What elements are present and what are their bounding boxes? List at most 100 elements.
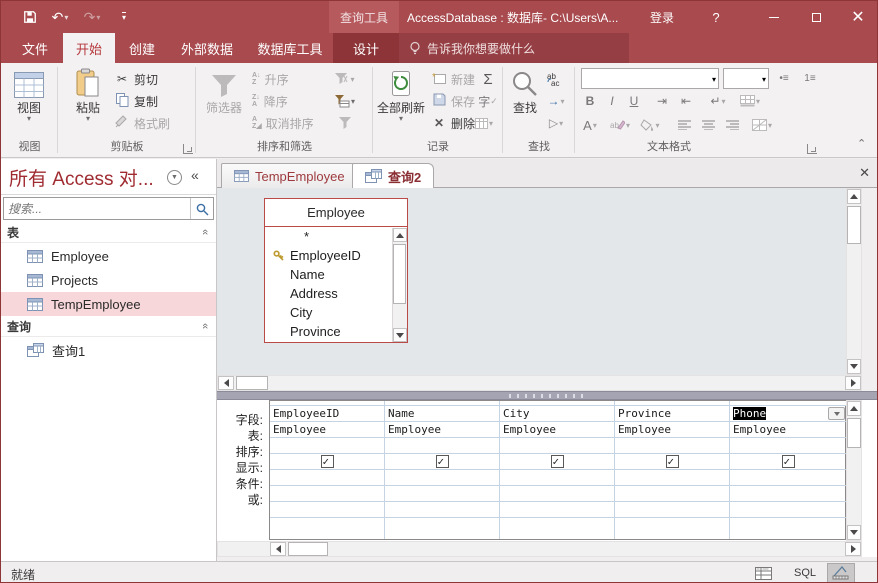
view-button[interactable]: 视图 ▾ — [5, 66, 53, 123]
underline-button[interactable]: U — [623, 91, 645, 111]
sort-cell[interactable] — [730, 438, 846, 454]
goto-button[interactable]: →▾ — [545, 91, 567, 111]
sql-view-button[interactable]: SQL — [791, 563, 819, 583]
doc-tab-tempemployee[interactable]: TempEmployee — [221, 163, 358, 188]
refresh-dropdown-icon[interactable]: ▾ — [375, 115, 427, 123]
toggle-filter-button[interactable] — [334, 113, 356, 133]
close-button[interactable]: ✕ — [837, 1, 878, 33]
criteria-cell[interactable] — [500, 470, 614, 486]
save-record-button[interactable]: 保存 — [431, 91, 475, 111]
tab-file[interactable]: 文件 — [9, 33, 61, 63]
field-cell[interactable]: City — [500, 406, 614, 422]
nav-item-projects[interactable]: Projects — [1, 268, 216, 292]
nav-section-tables[interactable]: 表 « — [1, 222, 216, 243]
refresh-all-button[interactable]: 全部刷新 ▾ — [375, 66, 427, 123]
font-size-combo[interactable]: ▾ — [723, 68, 769, 89]
minimize-button[interactable] — [753, 1, 795, 33]
field-employeeid[interactable]: EmployeeID — [290, 248, 361, 263]
nav-item-tempemployee[interactable]: TempEmployee — [1, 292, 216, 316]
qat-customize-button[interactable]: ▾ — [113, 7, 135, 27]
table-cell[interactable]: Employee — [385, 422, 499, 438]
undo-button[interactable]: ↶▾ — [49, 7, 71, 27]
show-cell[interactable] — [615, 454, 729, 470]
fill-color-button[interactable]: ▾ — [639, 115, 661, 135]
help-button[interactable]: ? — [701, 1, 731, 33]
selection-filter-button[interactable]: ▾ — [334, 69, 356, 89]
maximize-button[interactable] — [795, 1, 837, 33]
select-button[interactable]: ▷▾ — [545, 113, 567, 133]
criteria-cell[interactable] — [730, 470, 846, 486]
collapse-section-icon[interactable]: « — [199, 323, 211, 329]
design-view-button[interactable] — [827, 563, 855, 583]
scroll-up-icon[interactable] — [847, 401, 861, 416]
criteria-cell[interactable] — [270, 470, 384, 486]
scroll-up-icon[interactable] — [847, 189, 861, 204]
tab-database-tools[interactable]: 数据库工具 — [247, 33, 333, 63]
design-pane-hscrollbar[interactable] — [217, 375, 862, 391]
table-cell[interactable]: Employee — [615, 422, 729, 438]
field-address[interactable]: Address — [290, 286, 338, 301]
field-cell[interactable]: EmployeeID — [270, 406, 384, 422]
sort-descending-button[interactable]: Z↓A 降序 — [252, 91, 288, 111]
doc-tab-query2[interactable]: 查询2 — [352, 163, 434, 188]
replace-button[interactable]: abac — [545, 69, 567, 89]
text-format-dialog-launcher[interactable] — [807, 144, 817, 154]
or-cell[interactable] — [385, 486, 499, 502]
find-button[interactable]: 查找 — [503, 66, 547, 115]
table-cell[interactable]: Employee — [500, 422, 614, 438]
scroll-down-icon[interactable] — [847, 525, 861, 540]
grid-vscrollbar[interactable] — [846, 400, 862, 541]
design-pane-vscrollbar[interactable] — [846, 188, 862, 375]
bold-button[interactable]: B — [579, 91, 601, 111]
sign-in-button[interactable]: 登录 — [639, 1, 685, 33]
totals-button[interactable]: Σ — [477, 69, 499, 89]
sort-cell[interactable] — [615, 438, 729, 454]
alternate-fill-button[interactable]: ▾ — [751, 115, 773, 135]
or-cell[interactable] — [615, 486, 729, 502]
sort-cell[interactable] — [500, 438, 614, 454]
collapse-section-icon[interactable]: « — [199, 229, 211, 235]
show-cell[interactable] — [270, 454, 384, 470]
pane-splitter[interactable] — [217, 391, 878, 400]
format-painter-button[interactable]: 格式刷 — [114, 113, 170, 133]
new-record-button[interactable]: * 新建 — [431, 69, 475, 89]
field-name[interactable]: Name — [290, 267, 325, 282]
show-checkbox[interactable] — [321, 455, 334, 468]
scroll-up-icon[interactable] — [393, 228, 407, 242]
field-list-scrollbar[interactable] — [392, 228, 407, 342]
field-star[interactable]: * — [304, 229, 309, 244]
datasheet-view-button[interactable] — [749, 563, 777, 583]
tab-home[interactable]: 开始 — [63, 33, 115, 63]
scroll-down-icon[interactable] — [393, 328, 407, 342]
italic-button[interactable]: I — [601, 91, 623, 111]
numbering-button[interactable]: 1≡ — [799, 68, 821, 88]
show-cell[interactable] — [500, 454, 614, 470]
scroll-right-icon[interactable] — [845, 376, 861, 390]
decrease-indent-button[interactable]: ⇤ — [675, 91, 697, 111]
tab-external-data[interactable]: 外部数据 — [169, 33, 245, 63]
collapse-ribbon-button[interactable]: ⌃ — [857, 137, 866, 150]
search-input[interactable] — [8, 200, 183, 217]
nav-item-query1[interactable]: 查询1 — [1, 338, 216, 362]
font-color-button[interactable]: A▾ — [579, 115, 601, 135]
search-icon[interactable] — [196, 203, 209, 216]
paste-dropdown-icon[interactable]: ▾ — [64, 115, 112, 123]
field-cell-selected[interactable]: Phone — [730, 406, 846, 422]
scroll-left-icon[interactable] — [270, 542, 286, 556]
shutter-close-icon[interactable]: « — [191, 167, 199, 183]
font-name-combo[interactable]: ▾ — [581, 68, 719, 89]
tab-create[interactable]: 创建 — [117, 33, 167, 63]
scroll-right-icon[interactable] — [845, 542, 861, 556]
nav-menu-dropdown-icon[interactable]: ▼ — [167, 170, 182, 185]
sort-ascending-button[interactable]: A↓Z 升序 — [252, 69, 289, 89]
increase-indent-button[interactable]: ⇥ — [651, 91, 673, 111]
paste-button[interactable]: 粘贴 ▾ — [64, 66, 112, 123]
grid-hscrollbar[interactable] — [217, 541, 862, 557]
show-checkbox[interactable] — [666, 455, 679, 468]
field-list-employee[interactable]: Employee * EmployeeID Name Address City … — [264, 198, 408, 343]
table-cell[interactable]: Employee — [270, 422, 384, 438]
field-city[interactable]: City — [290, 305, 312, 320]
or-cell[interactable] — [730, 486, 846, 502]
copy-button[interactable]: 复制 — [114, 91, 158, 111]
field-combo-dropdown[interactable] — [828, 407, 845, 420]
